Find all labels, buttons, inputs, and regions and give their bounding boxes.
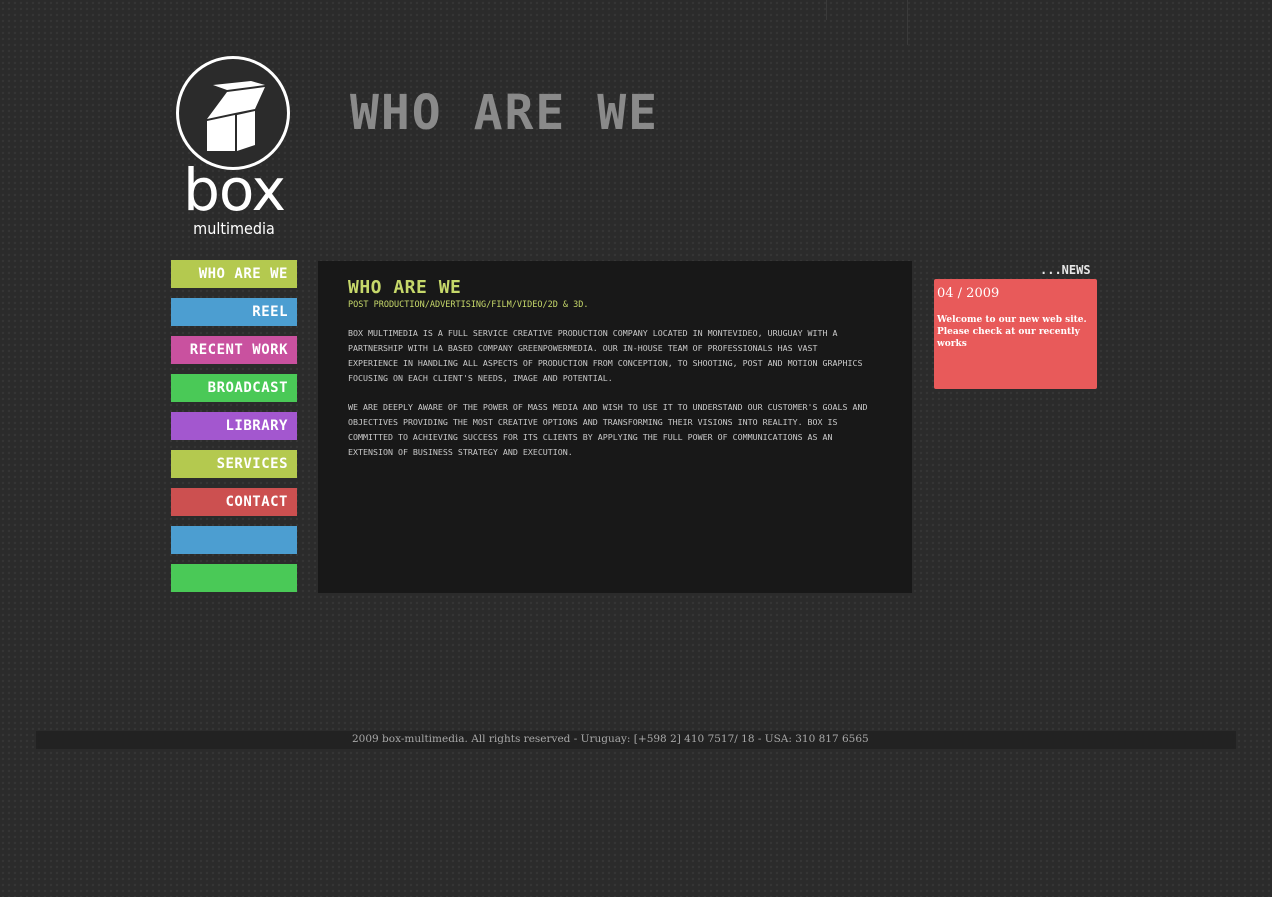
content-heading: WHO ARE WE: [348, 277, 462, 298]
nav-reel[interactable]: REEL: [171, 298, 297, 326]
logo[interactable]: box multimedia: [170, 52, 298, 242]
about-paragraph: WE ARE DEEPLY AWARE OF THE POWER OF MASS…: [348, 402, 868, 457]
nav-library[interactable]: LIBRARY: [171, 412, 297, 440]
nav-services[interactable]: SERVICES: [171, 450, 297, 478]
nav-who-are-we[interactable]: WHO ARE WE: [171, 260, 297, 288]
decorative-line: [826, 0, 827, 20]
nav-recent-work[interactable]: RECENT WORK: [171, 336, 297, 364]
logo-subtitle: multimedia: [193, 219, 275, 238]
about-paragraph: BOX MULTIMEDIA IS A FULL SERVICE CREATIV…: [348, 328, 863, 383]
content-subheading: POST PRODUCTION/ADVERTISING/FILM/VIDEO/2…: [348, 300, 589, 310]
news-text: Welcome to our new web site. Please chec…: [937, 315, 1087, 349]
nav-blank-green[interactable]: [171, 564, 297, 592]
page-title: WHO ARE WE: [350, 85, 659, 141]
footer-text: 2009 box-multimedia. All rights reserved…: [352, 733, 869, 745]
news-label: ...NEWS: [1040, 263, 1091, 277]
decorative-line: [907, 0, 908, 45]
logo-wordmark: box: [183, 156, 286, 224]
nav-contact[interactable]: CONTACT: [171, 488, 297, 516]
news-date: 04 / 2009: [937, 286, 1000, 301]
nav-broadcast[interactable]: BROADCAST: [171, 374, 297, 402]
nav-blank-blue[interactable]: [171, 526, 297, 554]
cube-icon: [176, 56, 290, 170]
